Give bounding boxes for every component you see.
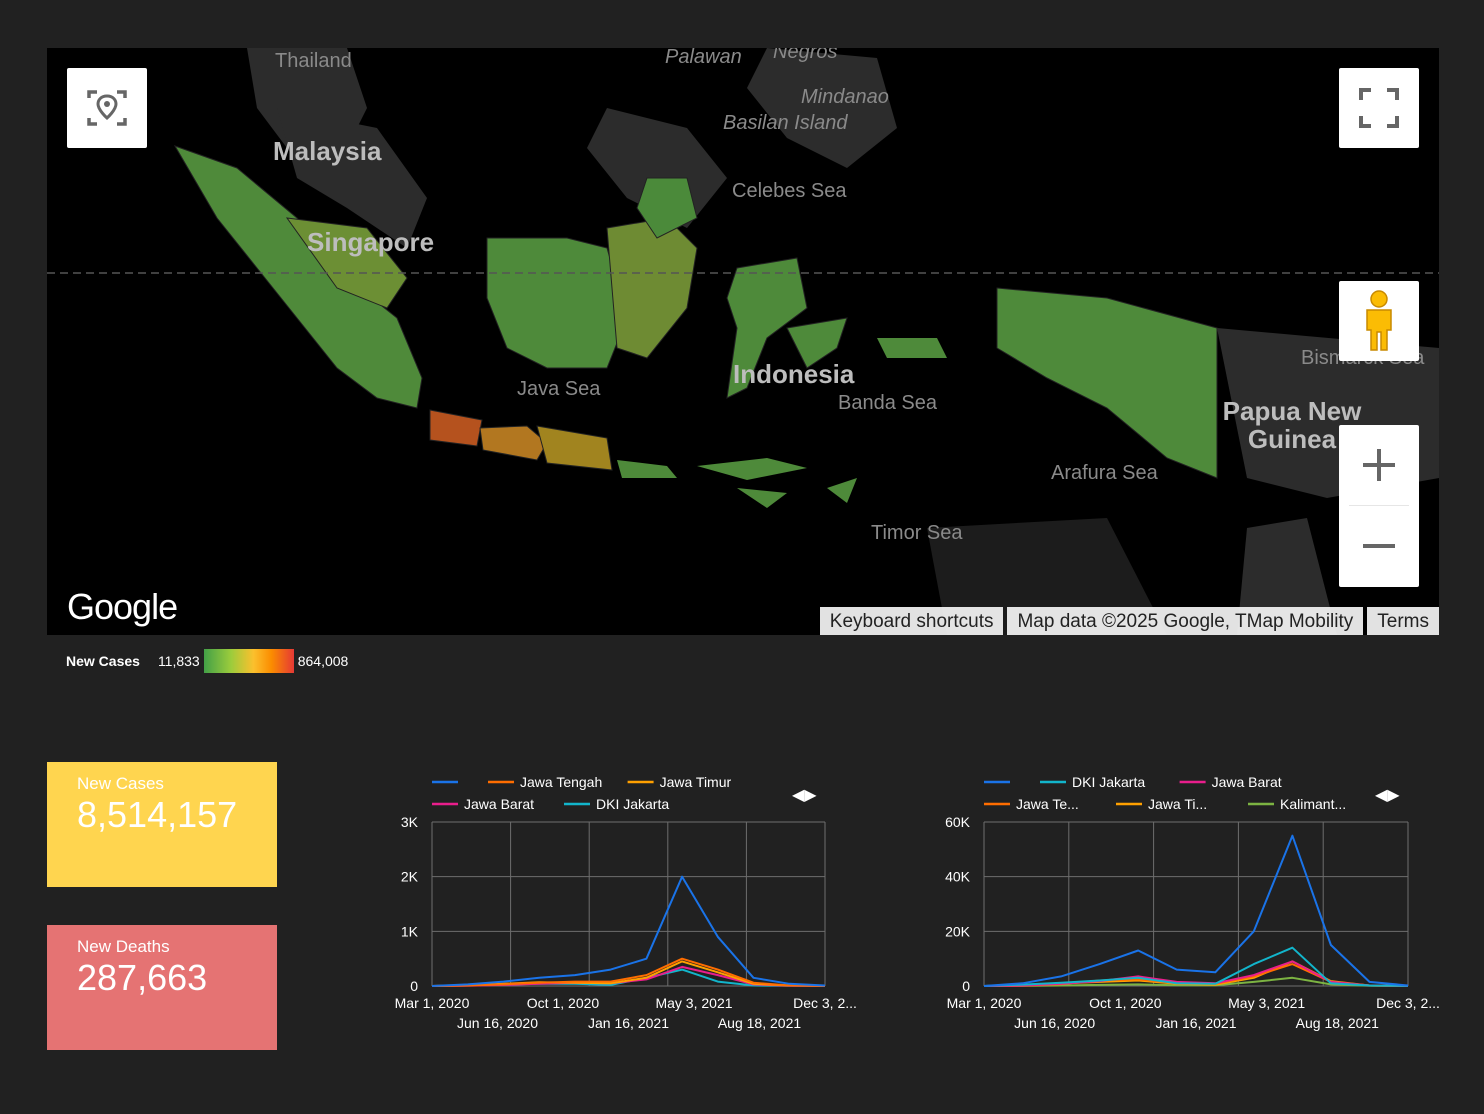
x-tick-label: Jan 16, 2021 <box>588 1015 669 1031</box>
x-tick-label: Jun 16, 2020 <box>457 1015 538 1031</box>
map-legend: New Cases 11,833 864,008 <box>66 648 348 674</box>
map-label-banda-sea: Banda Sea <box>838 392 937 414</box>
map-terrain <box>47 48 1439 635</box>
x-tick-label: Dec 3, 2... <box>1376 995 1440 1011</box>
geo-map[interactable]: Thailand Palawan Negros Mindanao Basilan… <box>47 48 1439 635</box>
y-tick-label: 40K <box>945 869 971 885</box>
y-tick-label: 0 <box>962 978 970 994</box>
x-tick-label: Aug 18, 2021 <box>1296 1015 1380 1031</box>
minus-icon <box>1363 544 1395 548</box>
legend-label: Jawa Te... <box>1016 796 1079 812</box>
legend-pager-arrows[interactable]: ◀▶ <box>1375 787 1400 804</box>
y-tick-label: 2K <box>401 869 419 885</box>
scorecard-label: New Cases <box>77 774 164 793</box>
terms-link[interactable]: Terms <box>1367 607 1439 635</box>
legend-gradient <box>203 649 294 673</box>
map-label-thailand: Thailand <box>275 50 352 72</box>
plus-icon <box>1363 449 1395 481</box>
legend-label: Kalimant... <box>1280 796 1346 812</box>
series-line <box>983 960 1409 987</box>
map-label-celebes-sea: Celebes Sea <box>732 180 847 202</box>
scorecard-label: New Deaths <box>77 937 170 956</box>
x-tick-label: May 3, 2021 <box>655 995 732 1011</box>
zoom-in-button[interactable] <box>1339 425 1419 505</box>
legend-max: 864,008 <box>297 653 349 669</box>
legend-label: DKI Jakarta <box>1072 774 1145 790</box>
scorecard-new-cases: New Cases 8,514,157 <box>47 762 277 887</box>
y-tick-label: 3K <box>401 814 419 830</box>
x-tick-label: Jun 16, 2020 <box>1014 1015 1095 1031</box>
legend-label: Jawa Barat <box>1212 774 1282 790</box>
keyboard-shortcuts-link[interactable]: Keyboard shortcuts <box>819 607 1004 635</box>
map-label-arafura-sea: Arafura Sea <box>1051 462 1158 484</box>
x-tick-label: Oct 1, 2020 <box>527 995 600 1011</box>
series-line <box>983 946 1409 987</box>
chart-svg: DKI Jakarta Jawa Barat Jawa Te... Jawa Ti..… <box>945 774 1440 1031</box>
map-label-singapore: Singapore <box>307 227 435 257</box>
map-label-mindanao: Mindanao <box>801 86 889 108</box>
map-label-negros: Negros <box>773 48 838 63</box>
map-label-indonesia: Indonesia <box>733 359 855 389</box>
x-tick-label: Aug 18, 2021 <box>718 1015 802 1031</box>
y-tick-label: 0 <box>410 978 418 994</box>
zoom-out-button[interactable] <box>1339 506 1419 586</box>
y-tick-label: 1K <box>401 923 419 939</box>
legend-label: DKI Jakarta <box>596 796 669 812</box>
legend-label: Jawa Barat <box>464 796 534 812</box>
google-logo: Google <box>67 586 178 627</box>
legend-pager-arrows[interactable]: ◀▶ <box>792 787 817 804</box>
zoom-control <box>1339 425 1419 587</box>
y-tick-label: 60K <box>945 814 971 830</box>
legend-min: 11,833 <box>157 653 200 669</box>
y-tick-label: 20K <box>945 923 971 939</box>
location-focus-icon <box>87 90 127 126</box>
chart-svg: Jawa Tengah Jawa Timur Jawa Barat DKI Jakar… <box>395 774 857 1031</box>
legend-label: Jawa Timur <box>660 774 732 790</box>
street-view-button[interactable] <box>1339 281 1419 361</box>
fullscreen-icon <box>1359 88 1399 128</box>
x-tick-label: Dec 3, 2... <box>793 995 857 1011</box>
x-tick-label: Oct 1, 2020 <box>1089 995 1162 1011</box>
legend-label: Jawa Ti... <box>1148 796 1207 812</box>
map-label-java-sea: Java Sea <box>517 378 601 400</box>
time-series-chart-2[interactable]: DKI Jakarta Jawa Barat Jawa Te... Jawa Ti..… <box>932 768 1442 1038</box>
x-tick-label: Jan 16, 2021 <box>1156 1015 1237 1031</box>
map-attribution: Keyboard shortcuts Map data ©2025 Google… <box>819 607 1439 635</box>
x-tick-label: Mar 1, 2020 <box>947 995 1022 1011</box>
street-view-pegman-icon <box>1366 290 1392 351</box>
x-tick-label: Mar 1, 2020 <box>395 995 470 1011</box>
scorecard-new-deaths: New Deaths 287,663 <box>47 925 277 1050</box>
fullscreen-button[interactable] <box>1339 68 1419 148</box>
scorecard-value: 287,663 <box>77 957 208 998</box>
locate-button[interactable] <box>67 68 147 148</box>
legend-label: Jawa Tengah <box>520 774 602 790</box>
time-series-chart-1[interactable]: Jawa Tengah Jawa Timur Jawa Barat DKI Jakar… <box>380 768 860 1038</box>
scorecard-value: 8,514,157 <box>77 794 238 835</box>
map-data-attribution: Map data ©2025 Google, TMap Mobility <box>1007 607 1364 635</box>
x-tick-label: May 3, 2021 <box>1228 995 1305 1011</box>
map-label-timor-sea: Timor Sea <box>871 522 963 544</box>
map-label-basilan: Basilan Island <box>723 112 848 134</box>
map-label-palawan: Palawan <box>665 48 742 68</box>
series-line <box>983 834 1409 987</box>
legend-title: New Cases <box>66 653 140 669</box>
map-label-malaysia: Malaysia <box>273 136 382 166</box>
